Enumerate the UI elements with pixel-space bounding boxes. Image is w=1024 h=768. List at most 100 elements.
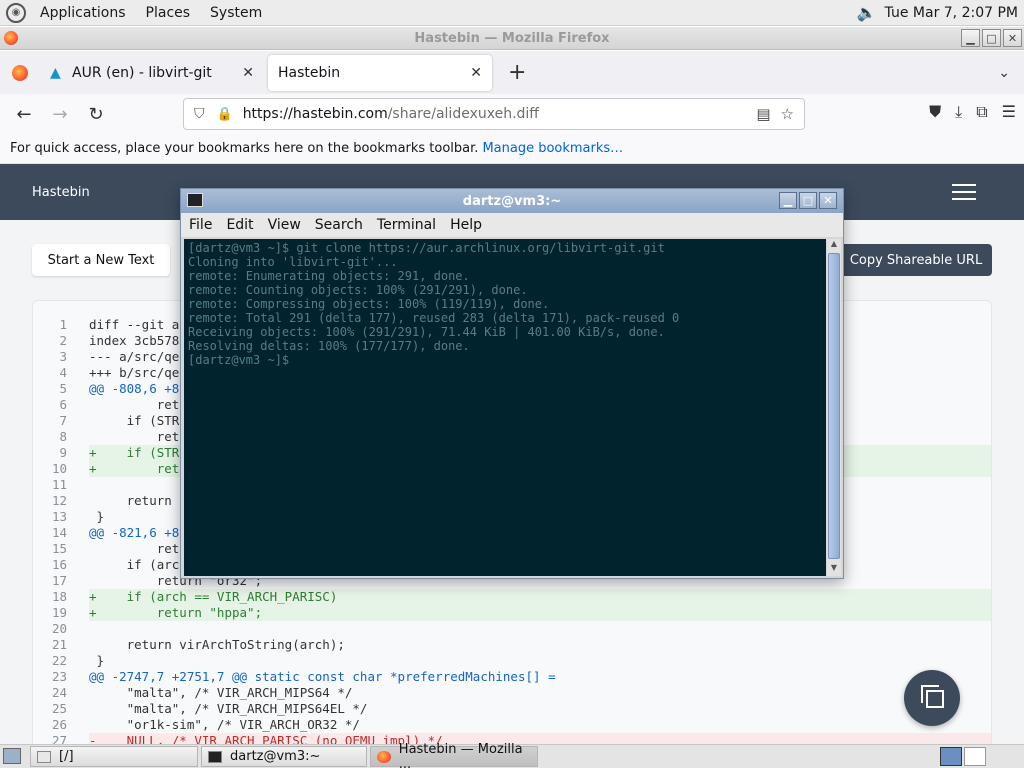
url-text[interactable]: https://hastebin.com/share/alidexuxeh.di… xyxy=(243,106,757,122)
scroll-down-icon[interactable]: ▼ xyxy=(827,563,841,576)
taskbar-item-firefox[interactable]: Hastebin — Mozilla ... xyxy=(370,742,538,768)
line-number: 8 xyxy=(59,429,67,444)
line-text: } xyxy=(89,509,105,524)
lock-icon[interactable]: 🔒 xyxy=(217,107,233,122)
line-text: + return "hppa"; xyxy=(89,605,263,620)
taskbar-item-terminal[interactable]: dartz@vm3:~ xyxy=(201,746,367,767)
workspace-1[interactable] xyxy=(940,747,962,766)
line-number: 5 xyxy=(59,381,67,396)
minimize-button[interactable]: ▁ xyxy=(961,29,980,47)
code-line: 19 + return "hppa"; xyxy=(33,605,991,621)
line-number: 24 xyxy=(51,685,67,700)
copy-url-button[interactable]: Copy Shareable URL xyxy=(840,244,992,276)
line-text: "malta", /* VIR_ARCH_MIPS64 */ xyxy=(89,685,353,700)
extensions-icon[interactable]: ⧉ xyxy=(976,102,987,122)
terminal-line: Receiving objects: 100% (291/291), 71.44… xyxy=(188,325,665,339)
terminal-menubar: File Edit View Search Terminal Help xyxy=(181,213,843,237)
manage-bookmarks-link[interactable]: Manage bookmarks… xyxy=(482,141,623,156)
line-number: 17 xyxy=(51,573,67,588)
close-tab-icon[interactable]: ✕ xyxy=(242,65,254,81)
reload-icon[interactable]: ↻ xyxy=(78,104,114,125)
taskbar-item-files[interactable]: [/] xyxy=(30,746,198,767)
back-icon[interactable]: ← xyxy=(6,104,42,125)
line-number: 13 xyxy=(51,509,67,524)
terminal-menu-file[interactable]: File xyxy=(181,217,218,233)
forward-icon[interactable]: → xyxy=(42,104,78,125)
tab-strip: ▲ AUR (en) - libvirt-git ✕ Hastebin ✕ + … xyxy=(0,51,1024,94)
terminal-line: remote: Compressing objects: 100% (119/1… xyxy=(188,297,550,311)
line-number: 19 xyxy=(51,605,67,620)
terminal-line: [dartz@vm3 ~]$ git clone https://aur.arc… xyxy=(188,241,665,255)
terminal-scrollbar[interactable]: ▲ ▼ xyxy=(827,239,841,576)
close-tab-icon[interactable]: ✕ xyxy=(470,65,482,81)
line-number: 7 xyxy=(59,413,67,428)
hamburger-menu-icon[interactable] xyxy=(952,184,976,205)
menu-places[interactable]: Places xyxy=(140,5,197,21)
pocket-icon[interactable]: ⛊ xyxy=(929,102,941,122)
panel-clock[interactable]: Tue Mar 7, 2:07 PM xyxy=(885,5,1018,21)
terminal-menu-edit[interactable]: Edit xyxy=(218,217,259,233)
arch-linux-icon: ▲ xyxy=(50,64,61,81)
new-text-button[interactable]: Start a New Text xyxy=(32,244,170,276)
terminal-menu-view[interactable]: View xyxy=(260,217,307,233)
show-desktop-icon[interactable] xyxy=(3,748,21,764)
terminal-prompt: [dartz@vm3 ~]$ xyxy=(188,353,297,367)
line-number: 6 xyxy=(59,397,67,412)
distro-logo-icon[interactable]: ◉ xyxy=(6,2,26,23)
url-path: /share/alidexuxeh.diff xyxy=(387,106,539,122)
code-line: 18 + if (arch == VIR_ARCH_PARISC) xyxy=(33,589,991,605)
terminal-line: remote: Counting objects: 100% (291/291)… xyxy=(188,283,528,297)
tab-hastebin[interactable]: Hastebin ✕ xyxy=(268,54,492,91)
maximize-button[interactable]: □ xyxy=(982,29,1001,47)
line-text: + if (arch == VIR_ARCH_PARISC) xyxy=(89,589,338,604)
firefox-view-icon[interactable] xyxy=(12,64,28,81)
new-tab-icon[interactable]: + xyxy=(508,60,526,85)
tracking-protection-icon[interactable]: ⛉ xyxy=(194,106,205,122)
terminal-menu-terminal[interactable]: Terminal xyxy=(369,217,442,233)
line-text: ret xyxy=(89,429,180,444)
line-number: 21 xyxy=(51,637,67,652)
terminal-line: remote: Total 291 (delta 177), reused 28… xyxy=(188,311,680,325)
copy-floating-button[interactable] xyxy=(904,670,960,726)
tab-aur[interactable]: ▲ AUR (en) - libvirt-git ✕ xyxy=(40,55,264,91)
terminal-titlebar[interactable]: dartz@vm3:~ ▁ □ ✕ xyxy=(181,189,843,213)
firefox-titlebar[interactable]: Hastebin — Mozilla Firefox ▁ □ ✕ xyxy=(0,27,1024,50)
taskbar-label: dartz@vm3:~ xyxy=(230,749,321,764)
terminal-screen[interactable]: [dartz@vm3 ~]$ git clone https://aur.arc… xyxy=(184,239,826,576)
bookmark-star-icon[interactable]: ☆ xyxy=(781,105,794,123)
terminal-minimize-button[interactable]: ▁ xyxy=(779,192,797,209)
line-text: return virArchToString(arch); xyxy=(89,637,345,652)
volume-icon[interactable]: 🔈 xyxy=(857,3,877,22)
line-text: if (arc xyxy=(89,557,180,572)
scroll-up-icon[interactable]: ▲ xyxy=(827,239,841,252)
line-text: + if (STR xyxy=(89,445,180,460)
scrollbar-thumb[interactable] xyxy=(828,253,840,559)
menu-system[interactable]: System xyxy=(204,5,268,21)
line-number: 11 xyxy=(51,477,67,492)
terminal-window[interactable]: dartz@vm3:~ ▁ □ ✕ File Edit View Search … xyxy=(180,188,844,579)
code-line: 20 xyxy=(33,621,991,637)
terminal-title: dartz@vm3:~ xyxy=(462,193,562,209)
url-bar[interactable]: ⛉ 🔒 https://hastebin.com/share/alidexuxe… xyxy=(183,98,805,130)
terminal-menu-search[interactable]: Search xyxy=(307,217,369,233)
downloads-icon[interactable]: ⤓ xyxy=(955,102,962,122)
close-window-button[interactable]: ✕ xyxy=(1003,29,1022,47)
line-text: @@ -808,6 +8 xyxy=(89,381,180,396)
hastebin-brand[interactable]: Hastebin xyxy=(32,185,90,200)
menu-applications[interactable]: Applications xyxy=(34,5,132,21)
firefox-icon xyxy=(4,31,18,45)
workspace-2[interactable] xyxy=(964,747,986,766)
line-text: "malta", /* VIR_ARCH_MIPS64EL */ xyxy=(89,701,368,716)
line-text: +++ b/src/qe xyxy=(89,365,180,380)
line-number: 16 xyxy=(51,557,67,572)
app-menu-icon[interactable]: ☰ xyxy=(1002,102,1016,122)
terminal-menu-help[interactable]: Help xyxy=(442,217,488,233)
list-all-tabs-icon[interactable]: ⌄ xyxy=(998,65,1010,81)
terminal-maximize-button[interactable]: □ xyxy=(799,192,817,209)
line-number: 18 xyxy=(51,589,67,604)
code-line: 23 @@ -2747,7 +2751,7 @@ static const cha… xyxy=(33,669,991,685)
reader-view-icon[interactable]: ▤ xyxy=(756,105,770,123)
line-number: 20 xyxy=(51,621,67,636)
terminal-close-button[interactable]: ✕ xyxy=(819,192,837,209)
window-title: Hastebin — Mozilla Firefox xyxy=(414,30,610,46)
